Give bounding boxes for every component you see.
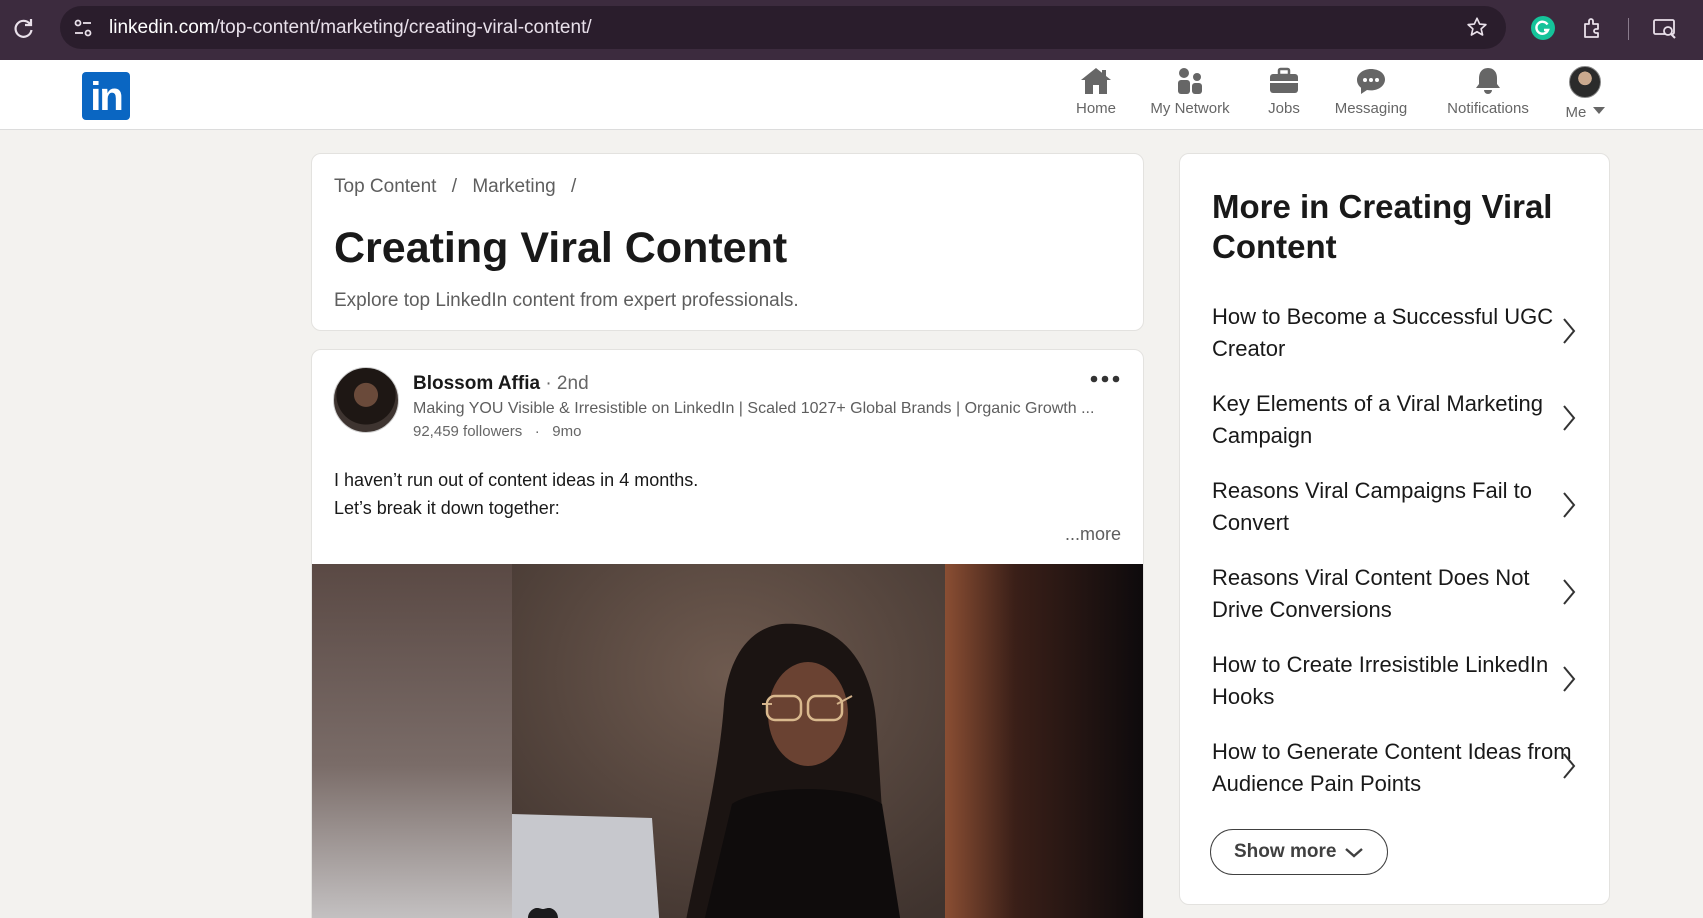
caret-down-icon — [1592, 107, 1605, 115]
chat-icon — [1357, 69, 1385, 94]
more-options-icon[interactable] — [1089, 372, 1121, 386]
url-text[interactable]: linkedin.com/top-content/marketing/creat… — [109, 17, 592, 39]
nav-notifications[interactable]: Notifications — [1438, 66, 1538, 126]
nav-messaging[interactable]: Messaging — [1326, 66, 1416, 126]
sidebar-item-content-conversions[interactable]: Reasons Viral Content Does Not Drive Con… — [1212, 562, 1582, 626]
page-title: Creating Viral Content — [334, 224, 788, 272]
post-text-line: I haven’t run out of content ideas in 4 … — [334, 470, 699, 490]
chevron-right-icon[interactable] — [1562, 752, 1576, 780]
sidebar-item-campaigns-fail[interactable]: Reasons Viral Campaigns Fail to Convert — [1212, 475, 1582, 539]
linkedin-logo[interactable]: in — [82, 72, 130, 120]
chevron-right-icon[interactable] — [1562, 578, 1576, 606]
post-photo — [312, 564, 1143, 918]
toolbar-divider — [1628, 18, 1629, 40]
page-subtitle: Explore top LinkedIn content from expert… — [334, 290, 799, 311]
breadcrumb-separator: / — [571, 176, 577, 197]
nav-me-text: Me — [1565, 104, 1587, 121]
sidebar-item-label: How to Become a Successful UGC Creator — [1212, 304, 1554, 361]
site-info-icon[interactable] — [72, 17, 94, 39]
bell-icon — [1476, 68, 1500, 94]
nav-home[interactable]: Home — [1066, 66, 1126, 126]
see-more-link[interactable]: ...more — [1065, 524, 1121, 545]
sidebar-title: More in Creating Viral Content — [1212, 188, 1553, 265]
reload-icon[interactable] — [12, 16, 36, 40]
nav-me[interactable]: Me — [1560, 66, 1610, 126]
chevron-right-icon[interactable] — [1562, 317, 1576, 345]
sidebar-item-label: Reasons Viral Content Does Not Drive Con… — [1212, 565, 1530, 622]
author-avatar[interactable] — [333, 367, 399, 433]
connection-degree: · 2nd — [545, 373, 589, 394]
chevron-right-icon[interactable] — [1562, 491, 1576, 519]
sidebar-item-ugc-creator[interactable]: How to Become a Successful UGC Creator — [1212, 301, 1582, 365]
post-card: Blossom Affia · 2nd Making YOU Visible &… — [311, 349, 1144, 918]
cast-icon[interactable] — [1652, 15, 1678, 41]
nav-messaging-label: Messaging — [1334, 100, 1408, 117]
chevron-right-icon[interactable] — [1562, 404, 1576, 432]
nav-notifications-label: Notifications — [1447, 100, 1529, 117]
nav-jobs-label: Jobs — [1268, 100, 1300, 117]
sidebar-item-label: Reasons Viral Campaigns Fail to Convert — [1212, 478, 1532, 535]
post-text: I haven’t run out of content ideas in 4 … — [334, 466, 698, 522]
network-icon — [1178, 68, 1202, 94]
author-headline: Making YOU Visible & Irresistible on Lin… — [413, 400, 1095, 417]
sidebar-item-content-ideas[interactable]: How to Generate Content Ideas from Audie… — [1212, 736, 1582, 800]
sidebar-item-label: How to Generate Content Ideas from Audie… — [1212, 739, 1572, 796]
breadcrumb: Top Content / Marketing / — [334, 176, 586, 198]
briefcase-icon — [1270, 67, 1298, 93]
post-image[interactable] — [312, 564, 1143, 918]
show-more-button[interactable]: Show more — [1210, 829, 1388, 875]
nav-my-network[interactable]: My Network — [1142, 66, 1238, 126]
home-icon — [1081, 68, 1111, 94]
topic-header-card: Top Content / Marketing / Creating Viral… — [311, 153, 1144, 331]
chevron-right-icon[interactable] — [1562, 665, 1576, 693]
breadcrumb-separator: / — [451, 176, 458, 197]
address-bar[interactable]: linkedin.com/top-content/marketing/creat… — [60, 6, 1506, 49]
related-topics-card: More in Creating Viral Content How to Be… — [1179, 153, 1610, 905]
extensions-icon[interactable] — [1580, 15, 1606, 41]
nav-home-label: Home — [1075, 100, 1116, 117]
breadcrumb-marketing[interactable]: Marketing — [472, 176, 555, 197]
chevron-down-icon — [1345, 848, 1363, 858]
url-path: /top-content/marketing/creating-viral-co… — [214, 17, 592, 38]
sidebar-item-label: Key Elements of a Viral Marketing Campai… — [1212, 391, 1543, 448]
post-age: 9mo — [552, 423, 582, 440]
sidebar-item-linkedin-hooks[interactable]: How to Create Irresistible LinkedIn Hook… — [1212, 649, 1582, 713]
follower-count: 92,459 followers — [413, 423, 523, 440]
grammarly-icon[interactable] — [1530, 15, 1556, 41]
nav-me-label: Me — [1560, 104, 1610, 121]
show-more-label: Show more — [1234, 841, 1337, 862]
author-name[interactable]: Blossom Affia — [413, 373, 540, 394]
avatar — [1569, 66, 1601, 98]
sidebar-item-label: How to Create Irresistible LinkedIn Hook… — [1212, 652, 1549, 709]
meta-separator: · — [534, 423, 540, 440]
linkedin-navbar: in Home My Network Jobs Messaging Notifi… — [0, 60, 1703, 130]
browser-toolbar: linkedin.com/top-content/marketing/creat… — [0, 0, 1703, 60]
post-text-line: Let’s break it down together: — [334, 498, 560, 518]
author-name-line: Blossom Affia · 2nd — [413, 373, 589, 395]
nav-my-network-label: My Network — [1150, 100, 1230, 117]
bookmark-star-icon[interactable] — [1466, 16, 1488, 38]
breadcrumb-top-content[interactable]: Top Content — [334, 176, 436, 197]
post-meta: 92,459 followers · 9mo — [413, 423, 581, 440]
url-host: linkedin.com — [109, 17, 215, 38]
sidebar-item-viral-marketing[interactable]: Key Elements of a Viral Marketing Campai… — [1212, 388, 1582, 452]
nav-jobs[interactable]: Jobs — [1254, 66, 1314, 126]
